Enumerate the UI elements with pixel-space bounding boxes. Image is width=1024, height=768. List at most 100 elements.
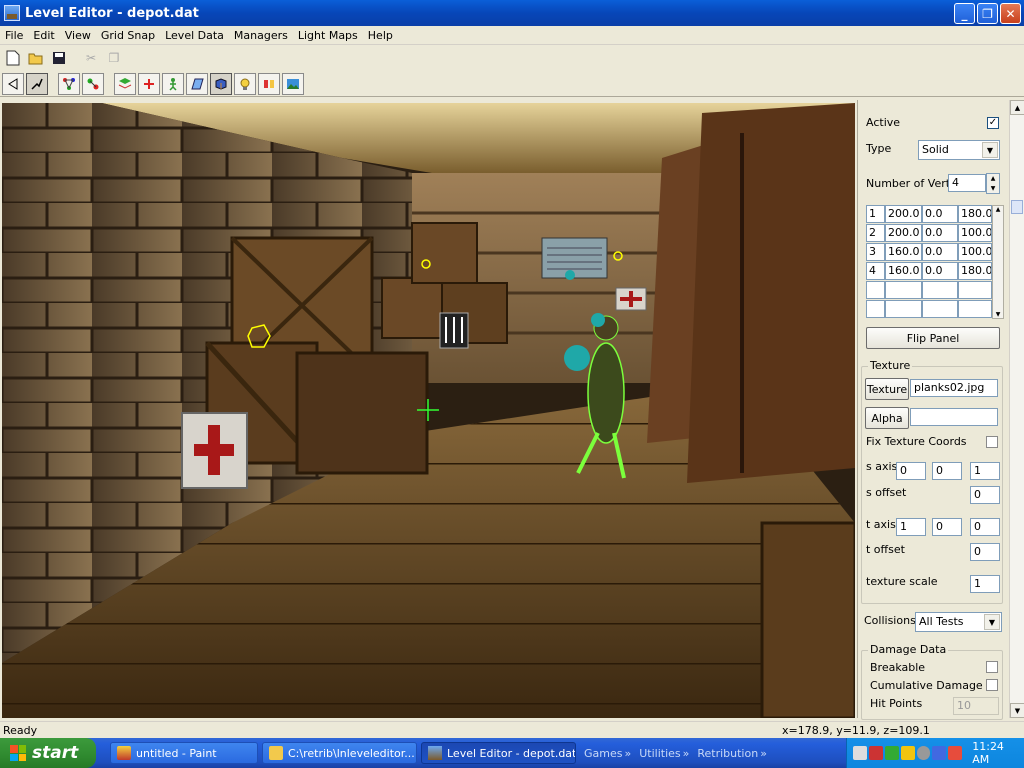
new-file-icon[interactable] [3,48,23,68]
alpha-button[interactable]: Alpha [865,407,909,429]
flip-panel-button[interactable]: Flip Panel [866,327,1000,349]
scroll-up-icon[interactable]: ▲ [1010,100,1024,115]
alpha-input[interactable] [910,408,998,426]
breakable-label: Breakable [870,661,926,674]
menu-help[interactable]: Help [363,29,398,42]
t-axis-input[interactable]: 0 [970,518,1000,536]
menu-managers[interactable]: Managers [229,29,293,42]
security-icon[interactable] [868,746,883,760]
nodes-settings-icon[interactable] [82,72,104,95]
vert-cell[interactable]: 0.0 [922,243,958,261]
skybox-icon[interactable] [282,72,304,95]
breakable-checkbox[interactable] [986,661,998,673]
panel-scrollbar[interactable]: ▲ ▼ [1009,100,1024,718]
cumulative-damage-checkbox[interactable] [986,679,998,691]
vert-cell[interactable]: 180.0 [958,262,992,280]
menu-grid-snap[interactable]: Grid Snap [96,29,160,42]
collisions-select[interactable]: All Tests ▼ [915,612,1002,632]
task-explorer[interactable]: C:\retrib\lnleveleditor... [262,742,417,764]
t-offset-input[interactable]: 0 [970,543,1000,561]
num-verts-input[interactable]: 4 [948,174,986,192]
quick-launch-label: Retribution [697,746,759,760]
vert-cell[interactable]: 160.0 [885,243,922,261]
type-select[interactable]: Solid ▼ [918,140,1000,160]
texture-input[interactable]: planks02.jpg [910,379,998,397]
hit-points-input[interactable]: 10 [953,697,999,715]
num-verts-spinner[interactable]: ▲ ▼ [986,173,1000,194]
menu-level-data[interactable]: Level Data [160,29,229,42]
t-axis-input[interactable]: 1 [896,518,926,536]
flag-icon[interactable] [948,746,963,760]
quick-launch-utilities[interactable]: Utilities» [639,747,689,760]
vert-cell[interactable]: 0.0 [922,262,958,280]
spawn-point-icon[interactable] [258,72,280,95]
grid-plane-icon[interactable] [186,72,208,95]
active-checkbox[interactable]: ✓ [987,117,999,129]
system-tray: 11:24 AM [846,738,1024,768]
chevron-down-icon[interactable]: ▼ [984,614,1000,630]
vert-cell[interactable]: 160.0 [885,262,922,280]
volume-icon[interactable] [916,746,931,760]
quick-launch-label: Utilities [639,746,681,760]
fix-texture-coords-checkbox[interactable] [986,436,998,448]
copy-icon[interactable]: ❐ [104,48,124,68]
network-icon[interactable] [853,746,867,760]
texture-group-label: Texture [868,359,913,372]
menu-light-maps[interactable]: Light Maps [293,29,363,42]
s-offset-label: s offset [866,486,907,499]
back-arrow-icon[interactable] [2,72,24,95]
cut-icon[interactable]: ✂ [81,48,101,68]
monitor-icon[interactable] [884,746,899,760]
paint-icon [117,746,131,760]
add-entity-icon[interactable] [138,72,160,95]
minimize-button[interactable]: _ [954,3,975,24]
menu-edit[interactable]: Edit [28,29,59,42]
vert-cell[interactable]: 100.0 [958,243,992,261]
s-axis-input[interactable]: 0 [896,462,926,480]
close-button[interactable]: ✕ [1000,3,1021,24]
texture-scale-input[interactable]: 1 [970,575,1000,593]
menu-view[interactable]: View [60,29,96,42]
task-label: C:\retrib\lnleveleditor... [288,746,415,760]
messenger-icon[interactable] [932,746,947,760]
quick-launch-games[interactable]: Games» [584,747,631,760]
s-axis-input[interactable]: 1 [970,462,1000,480]
select-tool-icon[interactable] [26,72,48,95]
vert-cell[interactable]: 100.0 [958,224,992,242]
menu-file[interactable]: File [0,29,28,42]
start-button[interactable]: start [0,738,96,768]
open-folder-icon[interactable] [26,48,46,68]
vert-cell: 1 [866,205,885,223]
vert-cell[interactable]: 200.0 [885,224,922,242]
cube-icon[interactable] [210,72,232,95]
task-paint[interactable]: untitled - Paint [110,742,258,764]
hit-points-label: Hit Points [870,697,923,710]
layers-icon[interactable] [114,72,136,95]
vert-cell[interactable]: 180.0 [958,205,992,223]
zonealarm-icon[interactable] [900,746,915,760]
character-icon[interactable] [162,72,184,95]
s-offset-input[interactable]: 0 [970,486,1000,504]
network-nodes-icon[interactable] [58,72,80,95]
texture-button[interactable]: Texture [865,378,909,400]
level-editor-icon [428,746,442,760]
light-icon[interactable] [234,72,256,95]
vert-cell[interactable]: 0.0 [922,205,958,223]
vert-cell[interactable]: 200.0 [885,205,922,223]
t-axis-input[interactable]: 0 [932,518,962,536]
verts-scrollbar[interactable]: ▲ ▼ [992,205,1004,319]
s-axis-label: s axis [866,460,898,473]
texture-scale-label: texture scale [866,575,938,588]
quick-launch-retribution[interactable]: Retribution» [697,747,767,760]
chevron-down-icon[interactable]: ▼ [982,142,998,158]
scroll-down-icon[interactable]: ▼ [1010,703,1024,718]
3d-viewport[interactable] [2,103,855,718]
title-bar: Level Editor - depot.dat _ ❐ ✕ [0,0,1024,26]
scroll-thumb[interactable] [1011,200,1023,214]
save-icon[interactable] [49,48,69,68]
status-bar: Ready x=178.9, y=11.9, z=109.1 [0,721,1024,738]
restore-button[interactable]: ❐ [977,3,998,24]
task-level-editor[interactable]: Level Editor - depot.dat [421,742,576,764]
s-axis-input[interactable]: 0 [932,462,962,480]
vert-cell[interactable]: 0.0 [922,224,958,242]
